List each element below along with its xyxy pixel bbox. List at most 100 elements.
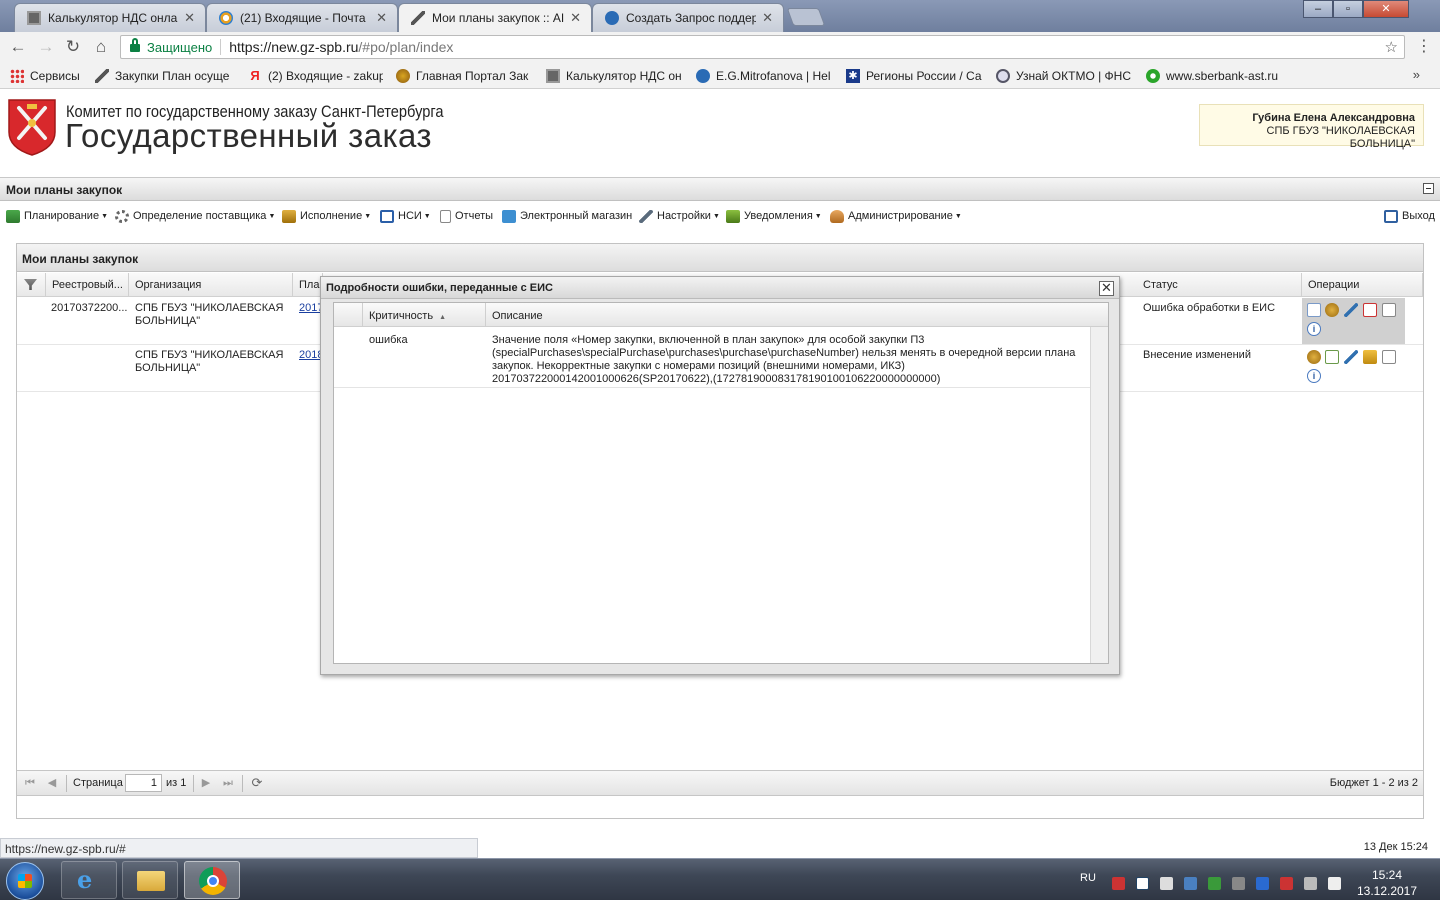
- reload-icon[interactable]: ↻: [63, 37, 83, 57]
- bookmark-sberbank-ast[interactable]: www.sberbank-ast.ru: [1146, 68, 1296, 84]
- collapse-panel-icon[interactable]: [1423, 183, 1434, 194]
- approve-document-icon[interactable]: [1325, 350, 1339, 364]
- filter-funnel-icon[interactable]: [24, 279, 37, 290]
- support-icon: [605, 11, 619, 25]
- last-page-icon[interactable]: ⏭: [221, 776, 235, 790]
- tab-my-purchase-plans[interactable]: Мои планы закупок :: AI ✕: [398, 3, 592, 32]
- window-close-button[interactable]: ✕: [1363, 0, 1409, 18]
- column-plan[interactable]: Пла: [293, 273, 323, 297]
- minimize-button[interactable]: –: [1303, 0, 1333, 18]
- taskbar-chrome[interactable]: [184, 861, 240, 899]
- organization-cell: СПБ ГБУЗ "НИКОЛАЕВСКАЯ БОЛЬНИЦА": [135, 349, 284, 374]
- menu-notifications[interactable]: Уведомления ▼: [726, 208, 822, 224]
- menu-e-shop[interactable]: Электронный магазин: [502, 208, 632, 224]
- pencil-icon[interactable]: [1344, 303, 1358, 317]
- main-menu: Планирование ▼ Определение поставщика ▼ Ис…: [0, 202, 1440, 228]
- bookmark-vat-calculator[interactable]: Калькулятор НДС он: [546, 68, 682, 84]
- bookmark-support-helpdesk[interactable]: E.G.Mitrofanova | Hel: [696, 68, 832, 84]
- start-button[interactable]: [6, 862, 44, 900]
- browser-menu-icon[interactable]: ⋮: [1416, 37, 1432, 57]
- taskbar-clock[interactable]: 15:24 13.12.2017: [1352, 867, 1422, 899]
- column-severity[interactable]: Критичность ▲: [363, 303, 486, 327]
- menu-planning[interactable]: Планирование ▼: [6, 208, 108, 224]
- table-row[interactable]: ошибка Значение поля «Номер закупки, вкл…: [334, 328, 1090, 388]
- taskbar-internet-explorer[interactable]: e: [61, 861, 117, 899]
- severity-cell: ошибка: [369, 334, 408, 346]
- mail-icon: [219, 11, 233, 25]
- menu-nsi[interactable]: НСИ ▼: [380, 208, 431, 224]
- info-icon[interactable]: i: [1307, 369, 1321, 383]
- menu-reports[interactable]: Отчеты: [440, 208, 493, 224]
- tab-vat-calculator[interactable]: Калькулятор НДС онлай ✕: [14, 3, 206, 32]
- tray-tools-icon[interactable]: [1232, 877, 1245, 890]
- browser-tab-strip: Калькулятор НДС онлай ✕ (21) Входящие - …: [0, 0, 1440, 32]
- forward-arrow-icon[interactable]: →: [36, 37, 56, 57]
- export-icon[interactable]: [1363, 350, 1377, 364]
- logout-button[interactable]: Выход: [1384, 208, 1435, 224]
- tab-close-icon[interactable]: ✕: [376, 10, 387, 26]
- column-status[interactable]: Статус: [1137, 273, 1302, 297]
- bookmark-oktmo-fns[interactable]: Узнай ОКТМО | ФНС: [996, 68, 1132, 84]
- tab-close-icon[interactable]: ✕: [184, 10, 195, 26]
- tray-security-icon[interactable]: [1208, 877, 1221, 890]
- column-filter[interactable]: [17, 273, 46, 297]
- organization-cell: СПБ ГБУЗ "НИКОЛАЕВСКАЯ БОЛЬНИЦА": [135, 302, 284, 327]
- vertical-scrollbar[interactable]: [1090, 327, 1108, 663]
- tray-display-icon[interactable]: [1304, 877, 1317, 890]
- tray-flag-icon[interactable]: [1112, 877, 1125, 890]
- url-input[interactable]: Защищено https://new.gz-spb.ru/#po/plan/…: [120, 35, 1405, 59]
- tab-close-icon[interactable]: ✕: [762, 10, 773, 26]
- page-number-input[interactable]: 1: [125, 774, 162, 792]
- tray-volume-muted-icon[interactable]: [1328, 877, 1341, 890]
- menu-supplier-determination[interactable]: Определение поставщика ▼: [115, 208, 275, 224]
- hammer-icon: [411, 11, 425, 25]
- tab-close-icon[interactable]: ✕: [570, 10, 581, 26]
- user-info-box[interactable]: Губина Елена Александровна СПБ ГБУЗ "НИК…: [1199, 104, 1424, 150]
- bookmark-apps[interactable]: Сервисы: [10, 68, 90, 84]
- menu-settings[interactable]: Настройки ▼: [639, 208, 720, 224]
- tray-bluetooth-icon[interactable]: [1256, 877, 1269, 890]
- column-registry-number[interactable]: Реестровый...: [46, 273, 129, 297]
- bookmark-purchases-plan[interactable]: Закупки План осуще: [95, 68, 235, 84]
- eagle-emblem-icon[interactable]: [1325, 303, 1339, 317]
- new-tab-button[interactable]: [786, 8, 826, 26]
- column-operations[interactable]: Операции: [1302, 273, 1423, 297]
- language-indicator[interactable]: RU: [1080, 872, 1096, 884]
- eagle-emblem-icon[interactable]: [1307, 350, 1321, 364]
- bookmarks-more-chevron[interactable]: »: [1413, 67, 1420, 82]
- spb-coat-of-arms-logo[interactable]: [7, 98, 57, 156]
- close-icon[interactable]: ✕: [1099, 281, 1114, 296]
- pencil-icon[interactable]: [1344, 350, 1358, 364]
- document-icon[interactable]: [1382, 303, 1396, 317]
- tab-create-support-request[interactable]: Создать Запрос поддер ✕: [592, 3, 784, 32]
- column-organization[interactable]: Организация: [129, 273, 293, 297]
- tray-network-icon[interactable]: [1184, 877, 1197, 890]
- edit-document-icon[interactable]: [1307, 303, 1321, 317]
- description-cell: Значение поля «Номер закупки, включенной…: [492, 334, 1076, 385]
- lock-icon: [130, 37, 140, 53]
- first-page-icon[interactable]: ⏮: [23, 776, 37, 790]
- prev-page-icon[interactable]: ◀: [45, 776, 59, 790]
- column-description[interactable]: Описание: [486, 303, 1094, 327]
- tab-mail-inbox[interactable]: (21) Входящие - Почта I ✕: [206, 3, 398, 32]
- maximize-button[interactable]: ▫: [1333, 0, 1363, 18]
- tray-keyboard-icon[interactable]: [1160, 877, 1173, 890]
- back-arrow-icon[interactable]: ←: [8, 37, 28, 57]
- taskbar-file-explorer[interactable]: [122, 861, 178, 899]
- menu-execution[interactable]: Исполнение ▼: [282, 208, 371, 224]
- menu-administration[interactable]: Администрирование ▼: [830, 208, 962, 224]
- document-icon[interactable]: [1382, 350, 1396, 364]
- bookmark-star-icon[interactable]: ☆: [1385, 38, 1398, 56]
- info-icon[interactable]: i: [1307, 322, 1321, 336]
- refresh-icon[interactable]: ⟳: [250, 776, 264, 790]
- add-to-plan-icon[interactable]: [1363, 303, 1377, 317]
- column-row-marker: [334, 303, 363, 327]
- home-icon[interactable]: ⌂: [91, 37, 111, 57]
- next-page-icon[interactable]: ▶: [199, 776, 213, 790]
- bookmark-russian-regions[interactable]: ✱ Регионы России / Са: [846, 68, 982, 84]
- bookmark-yandex-inbox[interactable]: Я (2) Входящие - zakup: [248, 68, 383, 84]
- windows-taskbar: e RU 15:24 13.12.2017: [0, 858, 1440, 900]
- tray-warning-icon[interactable]: [1280, 877, 1293, 890]
- bookmark-main-portal[interactable]: Главная Портал Зак: [396, 68, 532, 84]
- tray-app-icon[interactable]: [1136, 877, 1149, 890]
